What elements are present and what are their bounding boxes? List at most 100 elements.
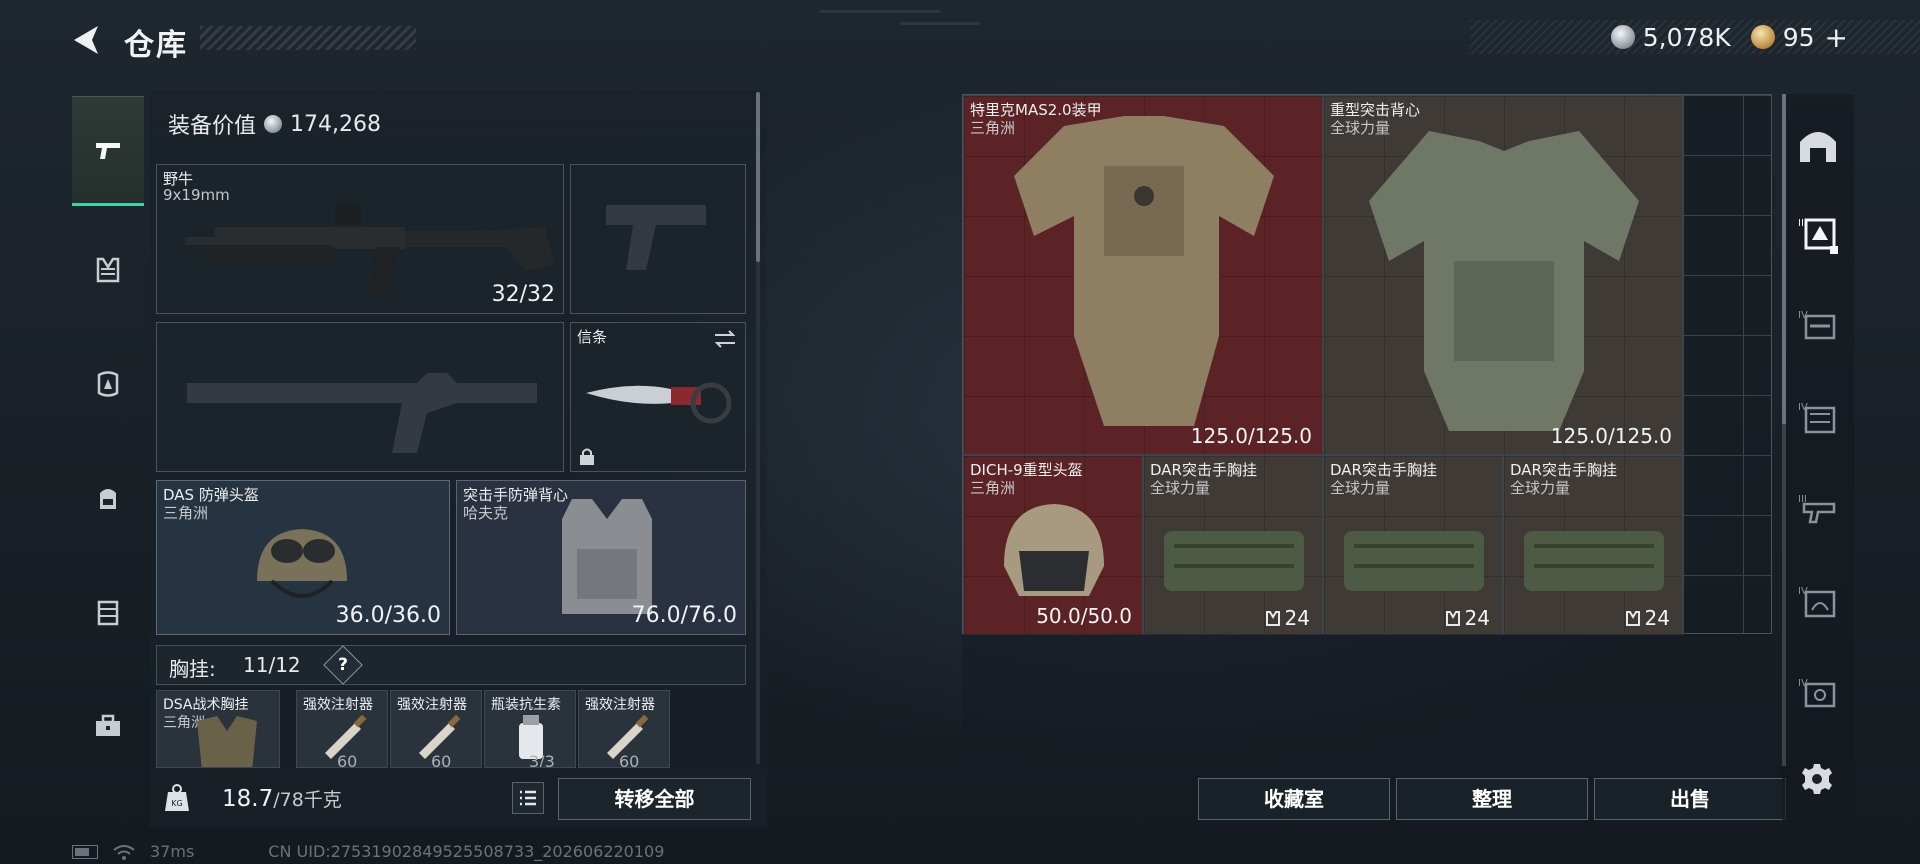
vest-item-slot[interactable]: 强效注射器 60: [578, 690, 670, 768]
equipment-value: 装备价值 174,268: [168, 108, 381, 140]
primary-ammo-count: 32/32: [491, 282, 555, 307]
stash-item[interactable]: DAR突击手胸挂 全球力量 24: [1323, 455, 1503, 635]
chest-rig-header: 胸挂: 11/12 ?: [156, 645, 746, 685]
stash-grid[interactable]: 特里克MAS2.0装甲 三角洲 125.0/125.0 重型突击背心 全球力量 …: [962, 94, 1772, 635]
stash-item[interactable]: DAR突击手胸挂 全球力量 24: [1503, 455, 1683, 635]
capacity-value: 24: [1464, 606, 1490, 630]
list-icon: [520, 790, 536, 806]
carry-weight-current: 18.7: [222, 786, 274, 812]
tier3-gun-filter-icon[interactable]: III: [1796, 488, 1840, 532]
vest-rig-icon: [1625, 611, 1640, 626]
carry-weight: 18.7/78千克: [222, 785, 342, 812]
sidearm-slot-empty[interactable]: [570, 164, 746, 314]
capacity-value: 24: [1284, 606, 1310, 630]
sell-button[interactable]: 出售: [1594, 778, 1786, 820]
chest-rig-item-slot[interactable]: DSA战术胸挂 三角洲: [156, 690, 280, 768]
rail-item-armor[interactable]: [72, 328, 144, 440]
rail-item-weapons[interactable]: [72, 96, 144, 206]
tier3-armor-filter-icon[interactable]: III: [1796, 212, 1840, 256]
armor-plate-icon: [97, 371, 119, 397]
ping-text: 37ms: [150, 842, 195, 861]
list-view-button[interactable]: [512, 782, 544, 814]
heavy-helmet-image: [1004, 504, 1104, 596]
tier-label: IV: [1798, 678, 1808, 689]
equipment-value-amount: 174,268: [290, 111, 381, 137]
knife-image: [586, 382, 732, 424]
smg-weapon-image: [185, 205, 555, 297]
pistol-icon: [96, 143, 120, 159]
swap-icon[interactable]: [713, 329, 737, 349]
filter-rail-scroll-thumb[interactable]: [1782, 94, 1786, 424]
chest-rig-image: [1524, 531, 1664, 591]
gear-icon[interactable]: [1800, 762, 1834, 796]
helmet-slot[interactable]: DAS 防弹头盔 三角洲 36.0/36.0: [156, 480, 450, 635]
rail-item-chest-rig[interactable]: [72, 214, 144, 326]
lock-icon: [580, 448, 594, 465]
carry-weight-max: /78千克: [273, 789, 342, 811]
rail-item-backpack[interactable]: [72, 442, 144, 554]
silver-coin-icon: [1610, 25, 1635, 49]
backpack-icon: [100, 489, 116, 509]
secondary-weapon-slot-empty[interactable]: [156, 322, 564, 472]
tier4-misc-filter-icon[interactable]: IV: [1796, 672, 1840, 716]
stash-item[interactable]: 特里克MAS2.0装甲 三角洲 125.0/125.0: [963, 95, 1323, 455]
vest-item-slot[interactable]: 强效注射器 60: [390, 690, 482, 768]
svg-text:KG: KG: [171, 799, 182, 808]
status-bar: 37ms CN UID:2753190284952550873​3_202606…: [72, 842, 664, 861]
stash-item[interactable]: DAR突击手胸挂 全球力量 24: [1143, 455, 1323, 635]
collection-room-button[interactable]: 收藏室: [1198, 778, 1390, 820]
vest-item-slot[interactable]: 强效注射器 60: [296, 690, 388, 768]
tier-label: III: [1798, 494, 1807, 505]
help-icon: ?: [338, 655, 348, 675]
tier-label: IV: [1798, 310, 1808, 321]
vest-item-name: 强效注射器: [585, 697, 655, 713]
vest-item-slot[interactable]: 瓶装抗生素 3/3: [484, 690, 576, 768]
tier4-helmet-filter-icon[interactable]: IV: [1796, 580, 1840, 624]
tier-label: IV: [1798, 586, 1808, 597]
back-arrow-icon[interactable]: [68, 22, 108, 58]
gold-coin-icon: [1750, 25, 1775, 49]
rail-item-container[interactable]: [72, 556, 144, 668]
capacity-value: 24: [1644, 606, 1670, 630]
stash-item-capacity: 24: [1445, 606, 1490, 630]
heavy-armor-image: [1014, 116, 1274, 426]
stash-item-faction: 全球力量: [1510, 479, 1571, 497]
tier-label: IV: [1798, 402, 1808, 413]
currency-bar: 5,078K 95 +: [1470, 20, 1920, 54]
chest-rig-image: [1164, 531, 1304, 591]
vest-item-value: 60: [619, 752, 640, 768]
silver-amount: 5,078K: [1642, 22, 1731, 52]
rifle-silhouette-icon: [187, 373, 537, 453]
transfer-all-button[interactable]: 转移全部: [558, 778, 751, 820]
vest-rig-icon: [1265, 611, 1280, 626]
stash-item[interactable]: DICH-9重型头盔 三角洲 50.0/50.0: [963, 455, 1143, 635]
uid-text: CN UID:2753190284952550873​3_20260622010…: [268, 842, 665, 861]
silver-coin-icon: [264, 115, 283, 133]
vest-item-name: 强效注射器: [397, 697, 467, 713]
melee-slot[interactable]: 信条: [570, 322, 746, 472]
title-stripe-decoration: [200, 26, 416, 50]
add-currency-button[interactable]: +: [1825, 21, 1848, 54]
chest-rig-image: [197, 716, 257, 767]
vest-rig-icon: [96, 257, 120, 283]
help-button[interactable]: ?: [323, 645, 363, 685]
all-items-icon[interactable]: [1796, 122, 1840, 166]
tier4-gun-filter-icon[interactable]: IV: [1796, 304, 1840, 348]
stash-filter-rail: III IV IV III IV IV: [1782, 94, 1854, 824]
tier4-armor-filter-icon[interactable]: IV: [1796, 396, 1840, 440]
equipment-value-label: 装备价值: [168, 114, 257, 139]
primary-weapon-slot[interactable]: 野牛 9x19mm 32/32: [156, 164, 564, 314]
armor-faction: 哈夫克: [463, 504, 509, 522]
loadout-scroll-thumb[interactable]: [756, 92, 760, 262]
vest-item-value: 3/3: [529, 752, 555, 768]
stash-item-capacity: 24: [1265, 606, 1310, 630]
vest-item-name: 强效注射器: [303, 697, 373, 713]
stash-item-durability: 50.0/50.0: [1036, 604, 1132, 628]
sort-button[interactable]: 整理: [1396, 778, 1588, 820]
weight-kg-icon: KG: [165, 784, 189, 811]
body-armor-slot[interactable]: 突击手防弹背心 哈夫克 76.0/76.0: [456, 480, 746, 635]
stash-item[interactable]: 重型突击背心 全球力量 125.0/125.0: [1323, 95, 1683, 455]
pistol-silhouette-icon: [606, 205, 706, 270]
rail-item-toolbox[interactable]: [72, 670, 144, 782]
vest-item-value: 60: [431, 752, 452, 768]
